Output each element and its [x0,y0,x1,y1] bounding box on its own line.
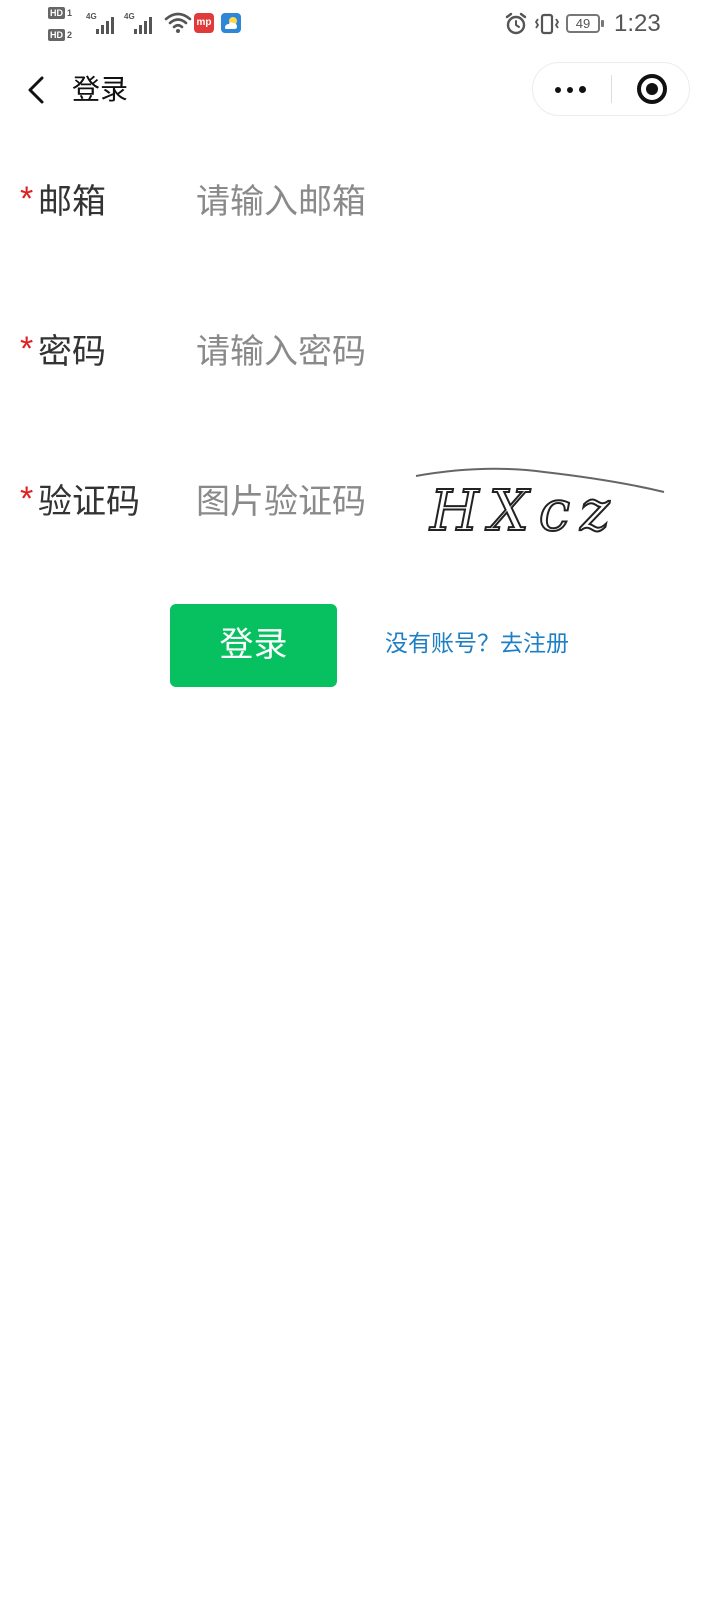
register-link[interactable]: 没有账号？去注册 [385,626,569,662]
vibrate-icon [534,13,560,35]
captcha-input[interactable] [196,476,396,528]
close-mini-program-button[interactable] [612,63,690,115]
clock: 1:23 [614,10,661,37]
signal-2-icon: 4G [124,12,158,34]
battery-icon: 49 [566,14,604,33]
password-row: * 密码 [0,302,720,402]
page-title: 登录 [72,73,129,106]
weather-app-icon [221,13,241,33]
login-button[interactable]: 登录 [170,604,337,687]
hd1-badge: HD 1 [48,7,73,19]
captcha-row: * 验证码 HXcz [0,452,720,552]
captcha-label: 验证码 [38,482,140,522]
wifi-icon [164,12,192,33]
password-label: 密码 [38,332,106,372]
back-button[interactable] [18,70,58,110]
mini-program-capsule [532,62,690,116]
email-row: * 邮箱 [0,152,720,252]
email-input[interactable] [196,176,406,228]
captcha-image[interactable]: HXcz [414,460,670,540]
alarm-icon [505,12,527,35]
password-input[interactable] [196,326,406,378]
email-label: 邮箱 [38,182,106,222]
status-bar: HD 1 HD 2 4G 4G mp 49 1:23 [0,0,720,50]
required-mark: * [20,480,34,518]
app-notification-icon: mp [194,13,214,33]
signal-1-icon: 4G [86,12,120,34]
nav-bar: 登录 [0,50,720,130]
hd2-badge: HD 2 [48,29,73,41]
more-button[interactable] [533,63,611,115]
more-dots-icon [555,87,561,93]
required-mark: * [20,180,34,218]
captcha-text: HXcz [429,479,620,540]
hd-indicator: HD 1 HD 2 [48,6,82,44]
required-mark: * [20,330,34,368]
chevron-left-icon [28,76,44,104]
